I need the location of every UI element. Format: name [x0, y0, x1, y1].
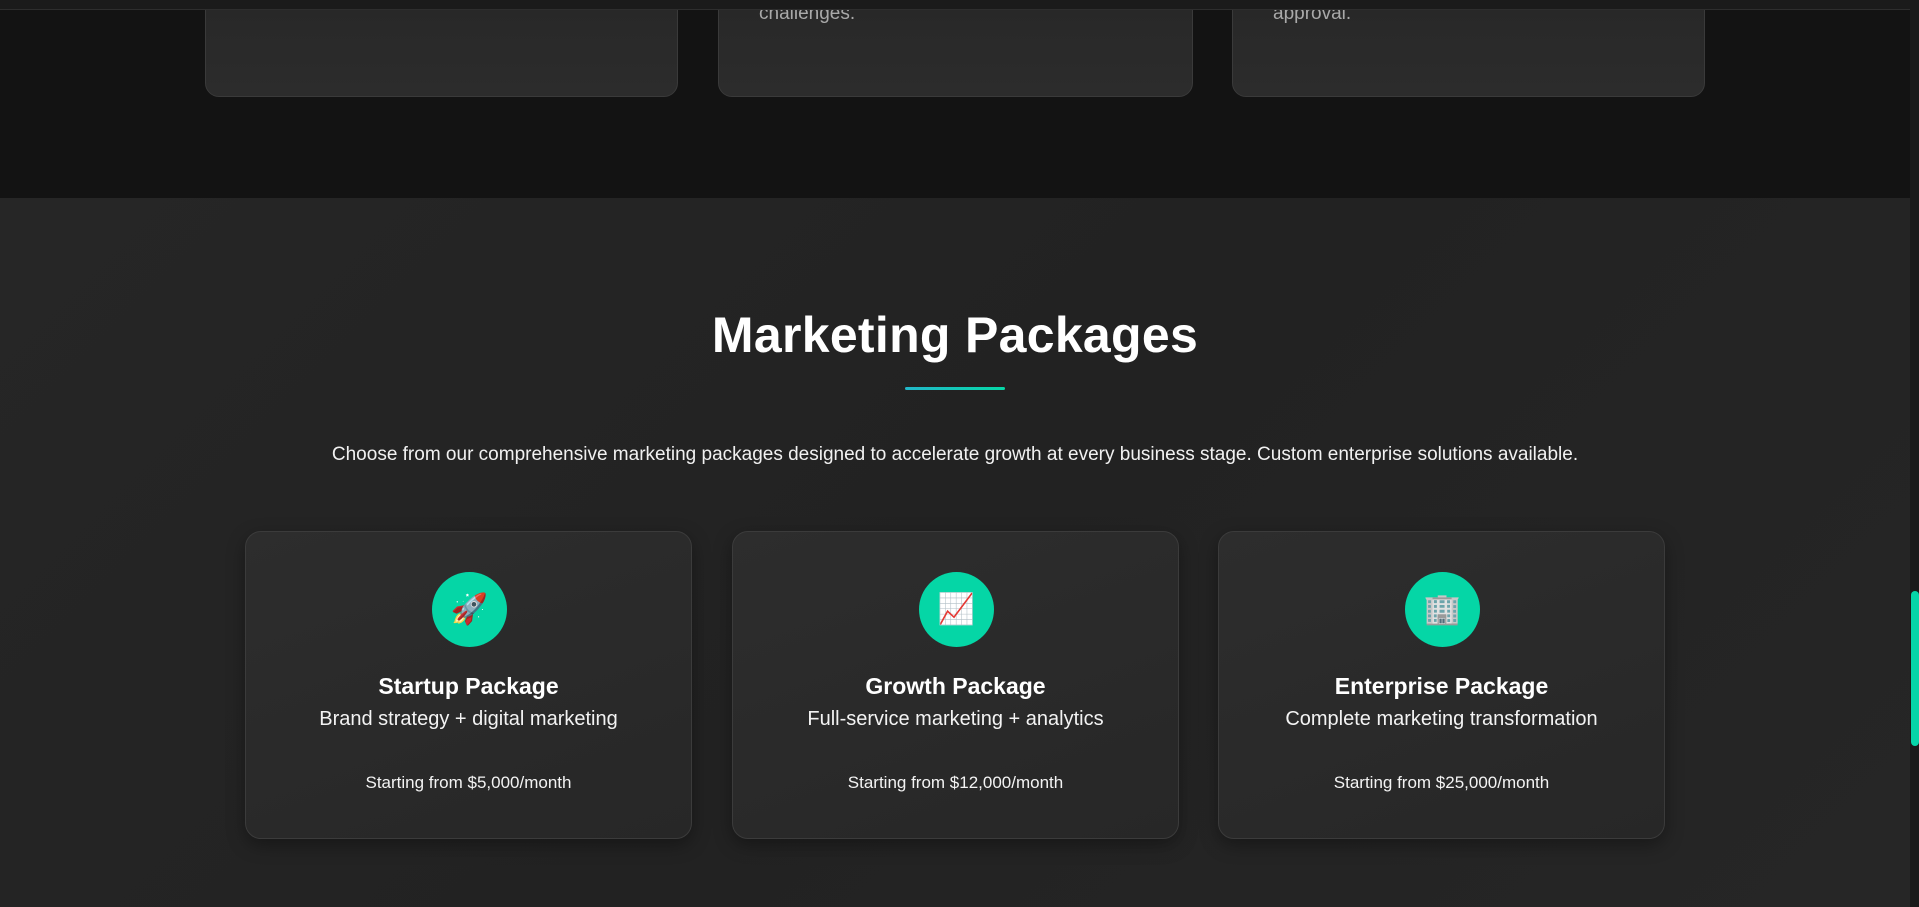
package-subtitle: Full-service marketing + analytics [807, 708, 1104, 730]
package-card-enterprise[interactable]: 🏢 Enterprise Package Complete marketing … [1218, 531, 1665, 839]
package-subtitle: Brand strategy + digital marketing [319, 708, 618, 730]
package-card-startup[interactable]: 🚀 Startup Package Brand strategy + digit… [245, 531, 692, 839]
previous-card-1 [205, 0, 678, 97]
chart-increasing-icon: 📈 [919, 572, 994, 647]
title-underline [905, 387, 1005, 390]
package-price: Starting from $25,000/month [1333, 773, 1550, 792]
package-card-growth[interactable]: 📈 Growth Package Full-service marketing … [732, 531, 1179, 839]
package-price: Starting from $12,000/month [847, 773, 1064, 792]
scrollbar-thumb[interactable] [1911, 591, 1919, 746]
page: challenges. approval. Marketing Packages… [0, 0, 1919, 907]
section-description: Choose from our comprehensive marketing … [331, 444, 1579, 465]
top-edge-bar [0, 0, 1910, 10]
package-name: Growth Package [865, 673, 1046, 699]
marketing-packages-section: Marketing Packages Choose from our compr… [0, 198, 1910, 907]
package-subtitle: Complete marketing transformation [1285, 708, 1598, 730]
previous-section: challenges. approval. [0, 0, 1910, 198]
previous-card-2: challenges. [718, 0, 1193, 97]
package-price: Starting from $5,000/month [365, 773, 572, 792]
package-name: Enterprise Package [1334, 673, 1549, 699]
office-building-icon: 🏢 [1405, 572, 1480, 647]
rocket-icon: 🚀 [432, 572, 507, 647]
section-title: Marketing Packages [711, 307, 1199, 363]
scrollbar-track[interactable] [1910, 0, 1919, 907]
package-name: Startup Package [378, 673, 559, 699]
previous-card-3: approval. [1232, 0, 1705, 97]
